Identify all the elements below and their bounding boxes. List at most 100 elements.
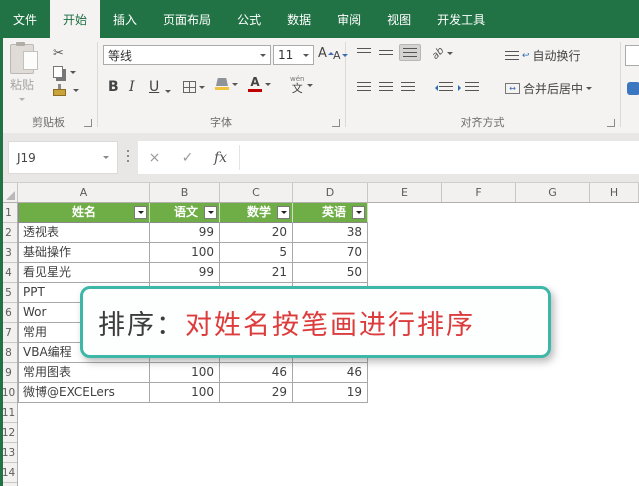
borders-icon — [183, 81, 196, 93]
align-right-button[interactable] — [401, 82, 415, 91]
column-header-A[interactable]: A — [18, 183, 150, 202]
return-arrow-icon: ↩ — [522, 51, 530, 61]
cell-D10[interactable]: 19 — [293, 383, 368, 403]
cell-A3[interactable]: 基础操作 — [18, 243, 150, 263]
borders-button[interactable] — [183, 81, 205, 93]
center-icon — [379, 82, 393, 91]
column-header-F[interactable]: F — [442, 183, 516, 202]
table-header-1[interactable]: 姓名 — [18, 203, 150, 223]
middle-align-button[interactable] — [379, 50, 393, 57]
tab-file[interactable]: 文件 — [0, 0, 50, 38]
chevron-down-icon — [165, 90, 171, 96]
insert-function-icon[interactable]: fx — [204, 150, 237, 166]
column-header-E[interactable]: E — [368, 183, 442, 202]
cell-C3[interactable]: 5 — [220, 243, 293, 263]
font-name-select[interactable]: 等线 — [103, 45, 271, 65]
merge-center-button[interactable]: ↔ 合并后居中 — [505, 80, 592, 97]
font-size-select[interactable]: 11 — [273, 45, 314, 65]
cell-C10[interactable]: 29 — [220, 383, 293, 403]
font-color-button[interactable]: A — [248, 76, 271, 92]
cell-B9[interactable]: 100 — [150, 363, 220, 383]
table-header-3[interactable]: 数学 — [220, 203, 293, 223]
shrink-font-button[interactable]: A — [333, 49, 348, 62]
bold-button[interactable]: B — [108, 79, 119, 95]
cell-A9[interactable]: 常用图表 — [18, 363, 150, 383]
top-align-button[interactable] — [357, 48, 371, 53]
increase-indent-button[interactable] — [458, 82, 479, 91]
tab-formulas[interactable]: 公式 — [224, 0, 274, 38]
cell-A4[interactable]: 看见星光 — [18, 263, 150, 283]
cut-button[interactable]: ✂ — [53, 46, 64, 61]
cell-B10[interactable]: 100 — [150, 383, 220, 403]
filter-button[interactable] — [277, 206, 290, 219]
paste-button[interactable]: 粘贴 — [10, 44, 34, 104]
bottom-align-button[interactable] — [399, 44, 421, 61]
shrink-font-icon: A — [333, 49, 341, 62]
cell-B2[interactable]: 99 — [150, 223, 220, 243]
cell-B3[interactable]: 100 — [150, 243, 220, 263]
column-header-D[interactable]: D — [293, 183, 368, 202]
cell-A2[interactable]: 透视表 — [18, 223, 150, 243]
filter-button[interactable] — [134, 206, 147, 219]
cell-C9[interactable]: 46 — [220, 363, 293, 383]
align-left-button[interactable] — [357, 82, 371, 91]
right-arrow-icon — [458, 85, 464, 91]
column-header-C[interactable]: C — [220, 183, 293, 202]
copy-button[interactable] — [53, 66, 76, 78]
fill-color-icon — [215, 78, 229, 90]
cell-B4[interactable]: 99 — [150, 263, 220, 283]
drag-handle-icon[interactable] — [127, 150, 129, 152]
chevron-down-icon — [208, 211, 214, 217]
decrease-indent-button[interactable] — [432, 82, 453, 91]
cell-D4[interactable]: 50 — [293, 263, 368, 283]
divider — [239, 145, 240, 170]
number-format-select-partial[interactable] — [625, 45, 639, 66]
table-header-4[interactable]: 英语 — [293, 203, 368, 223]
cell-D3[interactable]: 70 — [293, 243, 368, 263]
cell-C2[interactable]: 20 — [220, 223, 293, 243]
format-painter-button[interactable] — [53, 84, 79, 96]
font-size-value: 11 — [278, 48, 293, 62]
tab-insert[interactable]: 插入 — [100, 0, 150, 38]
cancel-icon[interactable]: × — [138, 150, 171, 166]
partial-icon — [627, 82, 639, 95]
column-header-G[interactable]: G — [516, 183, 590, 202]
font-dialog-launcher-icon[interactable] — [332, 119, 340, 127]
clipboard-dialog-launcher-icon[interactable] — [84, 119, 92, 127]
tab-home[interactable]: 开始 — [50, 0, 100, 38]
chevron-down-icon — [281, 211, 287, 217]
underline-button[interactable]: U — [149, 79, 159, 95]
merge-center-label: 合并后居中 — [523, 80, 583, 97]
cell-A10[interactable]: 微博@EXCELers — [18, 383, 150, 403]
tab-page-layout[interactable]: 页面布局 — [150, 0, 224, 38]
column-header-H[interactable]: H — [590, 183, 639, 202]
wrap-text-button[interactable]: ↩ 自动换行 — [505, 47, 581, 64]
tab-developer[interactable]: 开发工具 — [424, 0, 498, 38]
tab-review[interactable]: 审阅 — [324, 0, 374, 38]
chevron-down-icon — [70, 71, 76, 77]
filter-button[interactable] — [352, 206, 365, 219]
center-button[interactable] — [379, 82, 393, 91]
tab-data[interactable]: 数据 — [274, 0, 324, 38]
enter-icon[interactable]: ✓ — [171, 150, 204, 166]
cell-D2[interactable]: 38 — [293, 223, 368, 243]
callout-message: 对姓名按笔画进行排序 — [185, 303, 475, 342]
italic-button[interactable]: I — [129, 79, 135, 95]
phonetic-guide-button[interactable]: wén 文 — [290, 76, 313, 94]
column-header-row: ABCDEFGH — [0, 183, 639, 203]
chevron-down-icon — [138, 211, 144, 217]
tab-view[interactable]: 视图 — [374, 0, 424, 38]
table-header-2[interactable]: 语文 — [150, 203, 220, 223]
grow-font-button[interactable]: A — [318, 46, 334, 61]
down-arrow-icon — [342, 54, 348, 60]
cell-D9[interactable]: 46 — [293, 363, 368, 383]
orientation-button[interactable]: ab — [432, 48, 453, 59]
chevron-down-icon — [307, 84, 313, 90]
cell-C4[interactable]: 21 — [220, 263, 293, 283]
column-header-B[interactable]: B — [150, 183, 220, 202]
filter-button[interactable] — [204, 206, 217, 219]
formula-bar: J19 × ✓ fx — [0, 133, 639, 183]
fill-color-button[interactable] — [215, 78, 238, 90]
name-box[interactable]: J19 — [8, 141, 118, 174]
alignment-dialog-launcher-icon[interactable] — [607, 119, 615, 127]
